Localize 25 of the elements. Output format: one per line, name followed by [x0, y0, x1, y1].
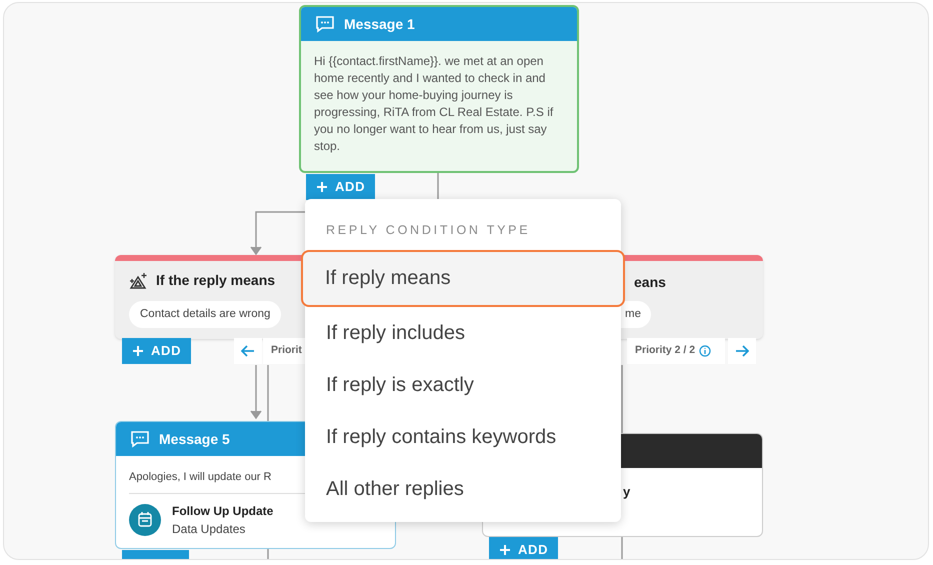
plus-icon — [499, 544, 511, 556]
connector-line — [250, 365, 262, 420]
condition-title: If the reply means — [156, 271, 276, 290]
next-button[interactable] — [728, 338, 756, 364]
condition-title: eans — [634, 273, 666, 292]
right-arrow-icon — [735, 345, 749, 357]
message-text: Hi {{contact.firstName}}. we met at an open home recently and I wanted to check in and see how your home-buying journey is progressing, RiTA from CL Real Estate. P.S if you no longer want to hear from us, just say stop. — [313, 53, 554, 155]
chat-icon — [315, 15, 335, 33]
chat-icon — [130, 430, 150, 448]
plus-icon — [316, 181, 328, 193]
sparkle-triangle-icon — [129, 272, 149, 290]
info-icon — [699, 345, 712, 357]
left-arrow-icon — [241, 345, 255, 357]
node-title: Message 1 — [344, 14, 415, 34]
action-subtitle: Data Updates — [172, 520, 246, 538]
calendar-icon — [129, 504, 161, 536]
plus-icon — [132, 345, 144, 357]
condition-chip: Contact details are wrong — [129, 301, 282, 328]
priority-label: Priority 2 / 2 — [635, 343, 696, 358]
menu-item[interactable]: If reply means — [301, 250, 625, 307]
node-text: y — [623, 483, 630, 501]
previous-button[interactable] — [234, 338, 262, 364]
node-title: Message 5 — [159, 430, 230, 449]
action-title: Follow Up Update — [172, 502, 274, 520]
menu-heading: REPLY CONDITION TYPE — [325, 222, 532, 239]
